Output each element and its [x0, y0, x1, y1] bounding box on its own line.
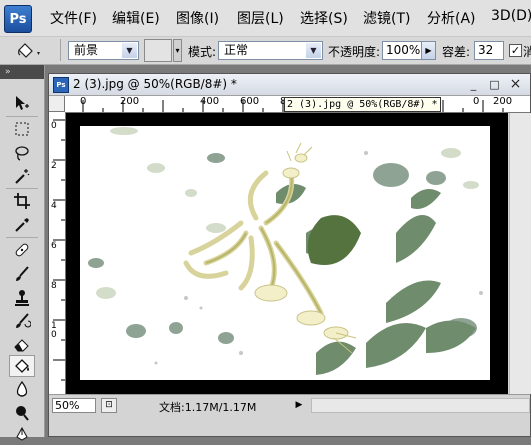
marquee-tool-icon[interactable] — [9, 118, 35, 140]
fill-source-value: 前景 — [74, 43, 99, 57]
opacity-label: 不透明度: — [328, 45, 381, 59]
ruler-v-label: 2 — [51, 161, 57, 171]
close-button[interactable]: × — [508, 77, 523, 92]
menu-analysis[interactable]: 分析(A) — [427, 8, 476, 28]
zoom-level-input[interactable]: 50% — [52, 398, 96, 413]
document-status-bar: 50% ⊡ 文档:1.17M/1.17M ▶ — [49, 394, 530, 417]
ruler-h-label: 0 — [80, 96, 87, 107]
lasso-tool-icon[interactable] — [9, 142, 35, 164]
ruler-v-label: 10 — [51, 321, 57, 340]
menu-layer[interactable]: 图层(L) — [237, 8, 284, 28]
document-titlebar[interactable]: Ps 2 (3).jpg @ 50%(RGB/8#) * _ □ × — [49, 74, 530, 96]
ruler-h-label: 200 — [120, 96, 140, 107]
clone-stamp-tool-icon[interactable] — [9, 287, 35, 309]
menu-edit[interactable]: 编辑(E) — [112, 8, 160, 28]
history-brush-tool-icon[interactable] — [9, 310, 35, 332]
separator — [60, 39, 61, 61]
toolbox: » — [0, 65, 45, 441]
eyedropper-tool-icon[interactable] — [9, 214, 35, 236]
menu-file[interactable]: 文件(F) — [50, 8, 97, 28]
document-canvas[interactable] — [66, 113, 508, 394]
ruler-origin[interactable] — [49, 96, 65, 112]
document-title: 2 (3).jpg @ 50%(RGB/8#) * — [73, 77, 237, 91]
tool-separator — [6, 237, 38, 238]
document-ps-icon: Ps — [53, 77, 69, 93]
paint-bucket-tool-icon[interactable] — [9, 355, 35, 377]
ruler-h-label: 200 — [493, 96, 513, 107]
blur-tool-icon[interactable] — [9, 378, 35, 400]
maximize-button[interactable]: □ — [487, 77, 502, 92]
tool-separator — [6, 188, 38, 189]
menu-image[interactable]: 图像(I) — [176, 8, 219, 28]
chevron-down-icon: ▼ — [122, 43, 137, 58]
vertical-scrollbar[interactable] — [509, 113, 531, 394]
antialias-label: 消 — [523, 45, 531, 59]
toolbox-collapse-grip[interactable]: » — [0, 65, 44, 79]
menu-3d[interactable]: 3D(D) — [491, 8, 531, 24]
fill-source-select[interactable]: 前景 ▼ — [68, 41, 139, 60]
antialias-checkbox[interactable]: ✓ — [509, 44, 522, 57]
pen-tool-icon[interactable] — [9, 423, 35, 445]
minimize-button[interactable]: _ — [466, 77, 481, 92]
mode-select[interactable]: 正常 ▼ — [218, 41, 323, 60]
status-info-icon[interactable]: ⊡ — [101, 398, 117, 413]
crop-tool-icon[interactable] — [9, 190, 35, 212]
chevron-down-icon: ▼ — [306, 43, 321, 58]
ruler-h-label: 600 — [240, 96, 260, 107]
pattern-dropdown-arrow[interactable]: ▾ — [173, 39, 182, 62]
paint-bucket-icon[interactable] — [15, 40, 43, 61]
ruler-h-label: 400 — [200, 96, 220, 107]
ruler-h-label: 0 — [473, 96, 480, 107]
ruler-v-label: 8 — [51, 281, 57, 291]
tool-separator — [6, 116, 38, 117]
mode-value: 正常 — [224, 43, 249, 57]
ruler-ticks — [53, 119, 65, 381]
document-size-info: 文档:1.17M/1.17M — [159, 401, 257, 414]
magic-wand-tool-icon[interactable] — [9, 165, 35, 187]
move-tool-icon[interactable] — [9, 92, 35, 114]
ruler-v-label: 4 — [51, 201, 57, 211]
menu-bar: Ps 文件(F) 编辑(E) 图像(I) 图层(L) 选择(S) 滤镜(T) 分… — [0, 0, 531, 37]
menu-filter[interactable]: 滤镜(T) — [363, 8, 410, 28]
opacity-slider-arrow-icon[interactable]: ▶ — [421, 41, 436, 60]
tolerance-input[interactable]: 32 — [474, 41, 504, 60]
dodge-tool-icon[interactable] — [9, 402, 35, 424]
ruler-v-label: 0 — [51, 121, 57, 131]
status-menu-arrow-icon[interactable]: ▶ — [292, 398, 306, 413]
healing-brush-tool-icon[interactable] — [9, 239, 35, 261]
document-name-tooltip: 2 (3).jpg @ 50%(RGB/8#) * — [284, 97, 441, 112]
flower-photo — [66, 113, 508, 394]
ruler-v-label: 6 — [51, 241, 57, 251]
document-window: Ps 2 (3).jpg @ 50%(RGB/8#) * _ □ × 0 200 — [48, 73, 531, 437]
vertical-ruler[interactable]: 0 2 4 6 8 10 — [49, 112, 66, 394]
pattern-swatch[interactable] — [144, 39, 172, 62]
options-bar: 前景 ▼ ▾ 模式: 正常 ▼ 不透明度: 100% ▶ 容差: 32 ✓ 消 — [0, 37, 531, 65]
tolerance-label: 容差: — [442, 45, 471, 59]
menu-select[interactable]: 选择(S) — [300, 8, 348, 28]
brush-tool-icon[interactable] — [9, 263, 35, 285]
photoshop-logo[interactable]: Ps — [4, 5, 32, 33]
mode-label: 模式: — [188, 45, 217, 59]
horizontal-scrollbar[interactable] — [311, 398, 530, 413]
eraser-tool-icon[interactable] — [9, 333, 35, 355]
